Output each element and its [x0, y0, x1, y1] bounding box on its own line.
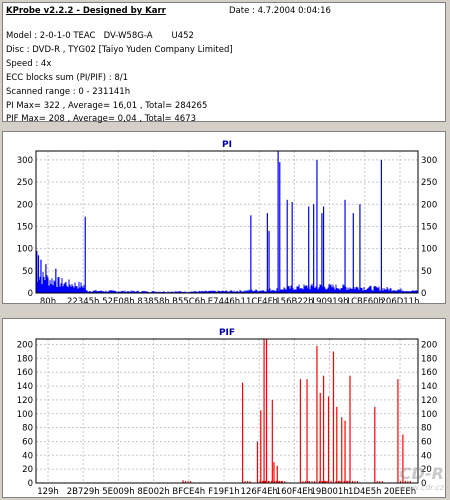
x-tick-label: 22345h: [67, 297, 99, 303]
y-tick-label-right: 40: [421, 451, 432, 461]
pif-chart: PIF0 020 2040 4060 6080 80100 100120 120140 1401…: [17, 328, 437, 497]
x-tick-label: 190919h: [311, 297, 349, 303]
y-tick-label-right: 0: [421, 289, 426, 299]
scan-info-panel: KProbe v2.2.2 - Designed by Karr Date : …: [2, 2, 446, 124]
y-tick-label-left: 0: [28, 289, 33, 299]
x-tick-label: 52E08h: [102, 297, 134, 303]
y-tick-label-right: 180: [421, 354, 437, 364]
pi-chart-panel: PI 0 0 50 50 100 100 150 150 200 200 250 250 300 300 80…: [2, 131, 446, 304]
x-tick-label: 2B729h: [67, 487, 100, 497]
x-tick-label: 1D4E5h: [348, 487, 382, 497]
x-tick-label: 126F4Eh: [241, 487, 278, 497]
pi-summary: PI Max= 322 , Average= 16,01 , Total= 28…: [6, 101, 208, 111]
x-tick-label: 83858h: [137, 297, 169, 303]
y-tick-label-right: 200: [421, 341, 437, 351]
y-tick-label-left: 0: [28, 479, 33, 489]
y-tick-label-left: 200: [17, 341, 33, 351]
ecc-info: ECC blocks sum (PI/PIF) : 8/1: [6, 73, 129, 83]
y-tick-label-right: 120: [421, 396, 437, 406]
y-tick-label-right: 60: [421, 437, 432, 447]
y-tick-label-right: 200: [421, 200, 437, 210]
y-tick-label-left: 50: [22, 267, 33, 277]
pif-summary: PIF Max= 208 , Average= 0,04 , Total= 46…: [6, 114, 197, 124]
y-tick-label-left: 100: [17, 410, 33, 420]
scan-date: Date : 4.7.2004 0:04:16: [229, 6, 331, 16]
y-tick-label-right: 160: [421, 368, 437, 378]
y-tick-label-left: 180: [17, 354, 33, 364]
y-tick-label-right: 100: [421, 245, 437, 255]
x-tick-label: B55C6h: [172, 297, 205, 303]
y-tick-label-left: 140: [17, 382, 33, 392]
y-tick-label-right: 300: [421, 156, 437, 166]
chart-title: PI: [222, 140, 232, 150]
x-tick-label: 11CF4Fh: [241, 297, 278, 303]
x-tick-label: BFCE4h: [172, 487, 205, 497]
chart-title: PIF: [219, 328, 235, 338]
x-tick-label: 80h: [40, 297, 56, 303]
y-tick-label-left: 160: [17, 368, 33, 378]
y-tick-label-left: 300: [17, 156, 33, 166]
scan-range: Scanned range : 0 - 231141h: [6, 87, 131, 97]
y-tick-label-left: 120: [17, 396, 33, 406]
x-tick-label: 156B22h: [275, 297, 313, 303]
y-tick-label-right: 250: [421, 178, 437, 188]
x-tick-label: 8E002h: [137, 487, 169, 497]
y-tick-label-right: 100: [421, 410, 437, 420]
x-tick-label: 129h: [37, 487, 59, 497]
plot-area: [35, 150, 419, 294]
x-tick-label: 5E009h: [102, 487, 134, 497]
app-title: KProbe v2.2.2 - Designed by Karr: [6, 6, 166, 16]
disc-info: Disc : DVD-R , TYG02 [Taiyo Yuden Compan…: [6, 45, 233, 55]
drive-model: Model : 2-0-1-0 TEAC DV-W58G-A U452: [6, 31, 194, 41]
x-tick-label: 160F4Eh: [276, 487, 313, 497]
watermark-url: www.cdr.cz: [399, 483, 444, 492]
plot-area: [35, 338, 419, 484]
y-tick-label-left: 80: [22, 424, 33, 434]
watermark: CD-R www.cdr.cz: [399, 464, 444, 492]
y-tick-label-left: 20: [22, 465, 33, 475]
y-tick-label-left: 100: [17, 245, 33, 255]
y-tick-label-right: 50: [421, 267, 432, 277]
x-tick-label: 1CBF60h: [346, 297, 384, 303]
y-tick-label-right: 80: [421, 424, 432, 434]
x-tick-label: 206D11h: [381, 297, 420, 303]
y-tick-label-right: 140: [421, 382, 437, 392]
y-tick-label-left: 60: [22, 437, 33, 447]
y-tick-label-left: 40: [22, 451, 33, 461]
x-tick-label: F19F1h: [208, 487, 239, 497]
y-tick-label-right: 150: [421, 222, 437, 232]
speed-info: Speed : 4x: [6, 59, 52, 69]
y-tick-label-left: 250: [17, 178, 33, 188]
pi-chart: PI 0 0 50 50 100 100 150 150 200 200 250 250 300 300 80…: [17, 140, 437, 303]
x-tick-label: E7446h: [208, 297, 240, 303]
y-tick-label-left: 150: [17, 222, 33, 232]
x-tick-label: 19B001h: [310, 487, 348, 497]
watermark-logo: CD-R: [399, 464, 444, 483]
y-tick-label-left: 200: [17, 200, 33, 210]
pif-chart-panel: PIF 0 0 20 20 40 40 60 60 80 80 100 100 120 120 140 140 1…: [2, 318, 446, 498]
